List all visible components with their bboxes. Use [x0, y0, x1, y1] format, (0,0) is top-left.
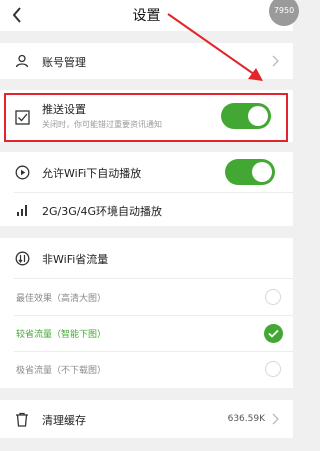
page-title: 设置: [132, 8, 161, 24]
option-label: 最佳效果（高清大图）: [16, 294, 107, 304]
option-label: 较省流量（智能下图）: [16, 330, 107, 340]
cache-size-value: 636.59K: [227, 414, 265, 424]
option-max-saving[interactable]: 极省流量（不下载图）: [0, 352, 293, 386]
divider: [14, 278, 293, 279]
clear-cache-row[interactable]: 清理缓存 636.59K: [0, 400, 293, 438]
chevron-right-icon: [272, 55, 279, 67]
wifi-autoplay-label: 允许WiFi下自动播放: [42, 167, 142, 180]
data-saving-icon: [14, 250, 30, 266]
radio-unselected[interactable]: [265, 361, 281, 377]
toggle-knob: [252, 162, 272, 182]
wifi-autoplay-toggle[interactable]: [225, 159, 275, 185]
highlight-annotation-box: [4, 93, 288, 142]
wifi-autoplay-row[interactable]: 允许WiFi下自动播放: [0, 154, 293, 190]
play-circle-icon: [14, 164, 30, 180]
check-circle-icon[interactable]: [264, 324, 283, 343]
radio-unselected[interactable]: [265, 289, 281, 305]
signal-icon: [14, 202, 30, 218]
data-saving-header-row: 非WiFi省流量: [0, 240, 293, 276]
mobile-autoplay-row[interactable]: 2G/3G/4G环境自动播放: [0, 193, 293, 227]
option-best-quality[interactable]: 最佳效果（高清大图）: [0, 280, 293, 314]
option-smart-saving[interactable]: 较省流量（智能下图）: [0, 316, 293, 350]
clear-cache-label: 清理缓存: [42, 414, 86, 427]
option-label: 极省流量（不下载图）: [16, 366, 107, 376]
trash-icon: [14, 411, 30, 427]
user-icon: [14, 53, 30, 69]
mobile-autoplay-label: 2G/3G/4G环境自动播放: [42, 205, 162, 218]
corner-badge: 7950: [269, 0, 299, 26]
chevron-right-icon: [272, 413, 279, 425]
account-management-label: 账号管理: [42, 56, 86, 69]
top-bar: 设置 7950: [0, 0, 299, 31]
data-saving-label: 非WiFi省流量: [42, 253, 109, 266]
account-management-row[interactable]: 账号管理: [0, 43, 293, 79]
